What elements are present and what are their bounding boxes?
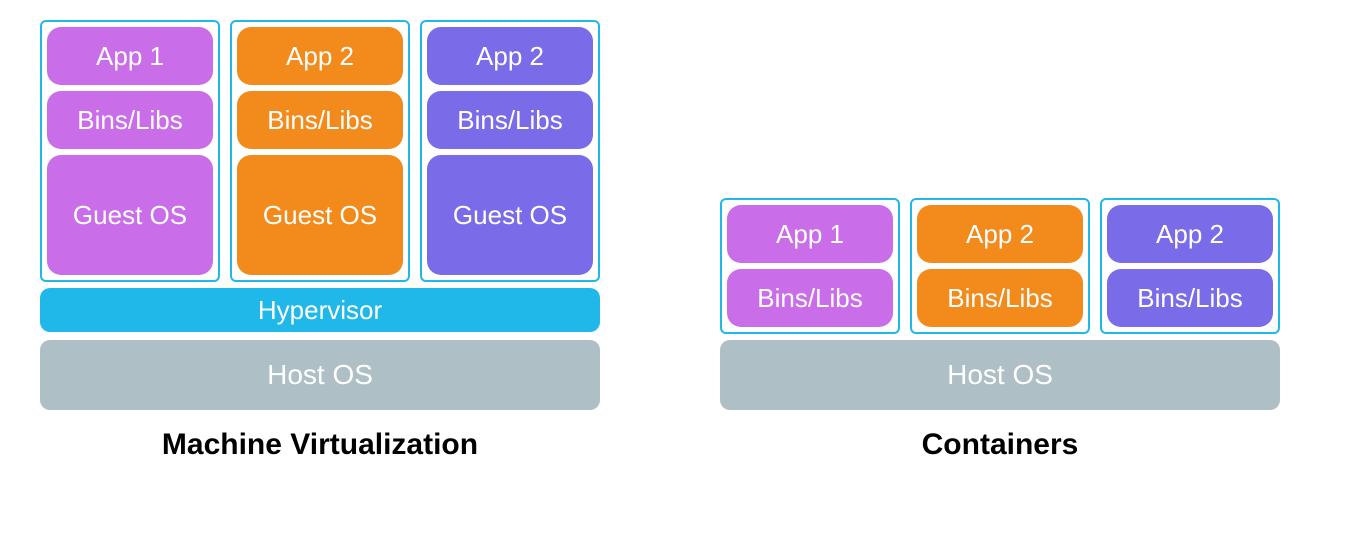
- vm-column-0: App 1 Bins/Libs Guest OS: [40, 20, 220, 282]
- container-column-1: App 2 Bins/Libs: [910, 198, 1090, 334]
- container-column-0: App 1 Bins/Libs: [720, 198, 900, 334]
- containers-title: Containers: [720, 428, 1280, 462]
- vm-app-block: App 2: [427, 27, 593, 85]
- container-column-2: App 2 Bins/Libs: [1100, 198, 1280, 334]
- container-app-block: App 1: [727, 205, 893, 263]
- virtualization-title: Machine Virtualization: [40, 428, 600, 462]
- vm-guest-os-block: Guest OS: [237, 155, 403, 275]
- vm-libs-block: Bins/Libs: [237, 91, 403, 149]
- vm-guest-os-block: Guest OS: [427, 155, 593, 275]
- vm-column-1: App 2 Bins/Libs Guest OS: [230, 20, 410, 282]
- hypervisor-block: Hypervisor: [40, 288, 600, 332]
- vm-app-block: App 1: [47, 27, 213, 85]
- vm-guest-os-block: Guest OS: [47, 155, 213, 275]
- vm-libs-block: Bins/Libs: [427, 91, 593, 149]
- containers-stack: App 1 Bins/Libs App 2 Bins/Libs App 2 Bi…: [720, 198, 1280, 462]
- vm-column-2: App 2 Bins/Libs Guest OS: [420, 20, 600, 282]
- container-libs-block: Bins/Libs: [1107, 269, 1273, 327]
- container-columns-row: App 1 Bins/Libs App 2 Bins/Libs App 2 Bi…: [720, 198, 1280, 334]
- vm-libs-block: Bins/Libs: [47, 91, 213, 149]
- vm-columns-row: App 1 Bins/Libs Guest OS App 2 Bins/Libs…: [40, 20, 600, 282]
- vm-host-os-block: Host OS: [40, 340, 600, 410]
- container-app-block: App 2: [917, 205, 1083, 263]
- container-libs-block: Bins/Libs: [917, 269, 1083, 327]
- diagram-container: App 1 Bins/Libs Guest OS App 2 Bins/Libs…: [0, 0, 1346, 482]
- container-libs-block: Bins/Libs: [727, 269, 893, 327]
- virtualization-stack: App 1 Bins/Libs Guest OS App 2 Bins/Libs…: [40, 20, 600, 462]
- container-app-block: App 2: [1107, 205, 1273, 263]
- container-host-os-block: Host OS: [720, 340, 1280, 410]
- vm-app-block: App 2: [237, 27, 403, 85]
